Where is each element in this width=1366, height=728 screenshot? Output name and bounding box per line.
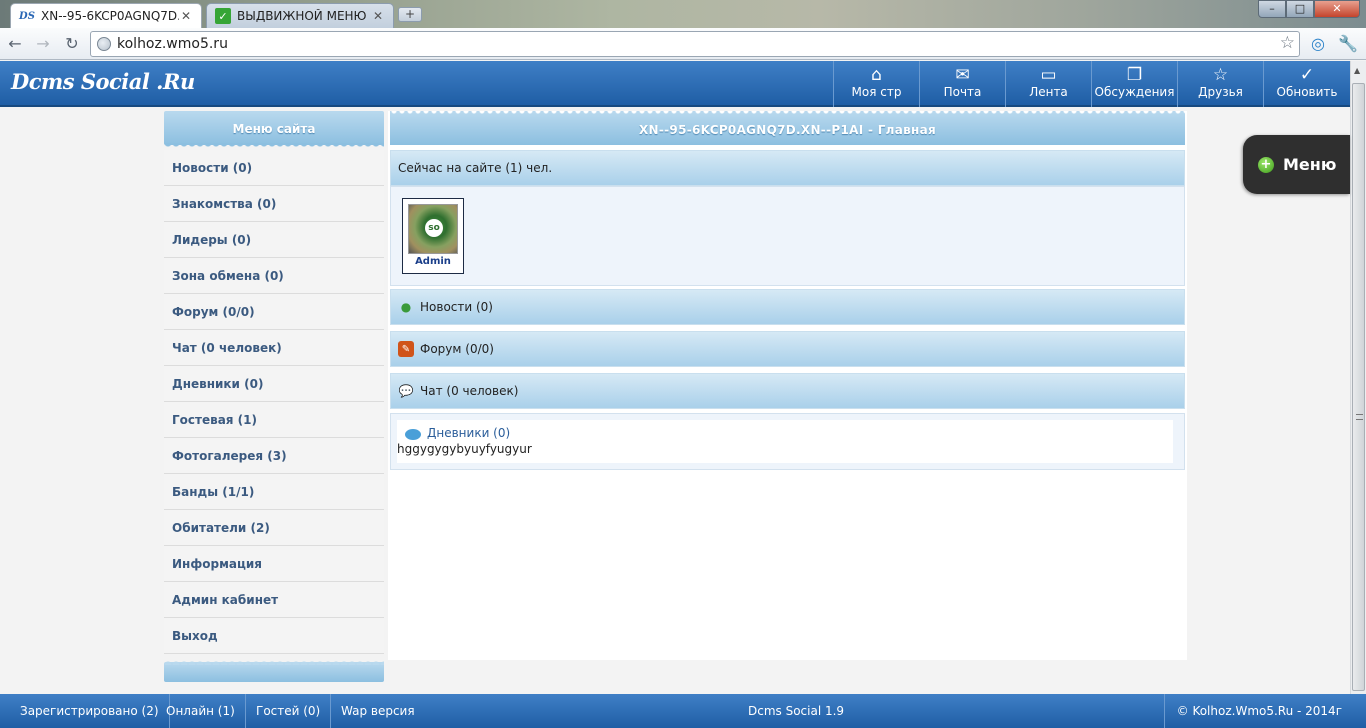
sidebar-item-residents[interactable]: Обитатели (2) [164,510,384,546]
nav-mail[interactable]: ✉ Почта [919,61,1005,107]
star-icon: ☆ [1212,65,1229,85]
speech-bubble-icon [405,429,421,440]
tab-close-icon[interactable]: ✕ [179,9,193,23]
tab-close-icon[interactable]: ✕ [371,9,385,23]
sidebar-item-leaders[interactable]: Лидеры (0) [164,222,384,258]
forward-arrow-icon[interactable]: → [32,33,54,55]
sidebar-item-guestbook[interactable]: Гостевая (1) [164,402,384,438]
online-users-box: Admin [390,186,1185,286]
wrench-icon[interactable]: 🔧 [1337,33,1359,55]
checkmark-icon: ✓ [1299,65,1315,85]
minimize-button[interactable]: – [1258,0,1286,18]
sidebar-item-admin[interactable]: Админ кабинет [164,582,384,618]
back-arrow-icon[interactable]: ← [4,33,26,55]
chat-icon: 💬 [398,384,414,398]
online-user-card[interactable]: Admin [402,198,464,274]
footer-wap-link[interactable]: Wap версия [331,694,425,728]
sidebar-item-chat[interactable]: Чат (0 человек) [164,330,384,366]
globe-icon [97,37,111,51]
maximize-button[interactable]: □ [1286,0,1314,18]
scroll-up-arrow-icon[interactable]: ▲ [1354,66,1360,75]
section-news[interactable]: ● Новости (0) [390,289,1185,325]
diary-entry: Дневники (0) hggygygybyuyfyugyur [397,420,1173,463]
diary-link[interactable]: Дневники (0) [405,426,1165,440]
browser-titlebar: DS XN--95-6KCP0AGNQ7D.... ✕ ✓ ВЫДВИЖНОЙ … [0,0,1366,28]
footer-online-link[interactable]: Онлайн (1) [156,694,246,728]
page-scrollbar[interactable]: ▲ [1350,61,1366,694]
section-label: Чат (0 человек) [420,384,519,398]
nav-label: Обсуждения [1094,85,1175,99]
bookmark-star-icon[interactable]: ☆ [1280,33,1295,53]
diary-box: Дневники (0) hggygygybyuyfyugyur [390,413,1185,470]
sidebar-item-logout[interactable]: Выход [164,618,384,654]
avatar[interactable] [408,204,458,254]
extension-icon[interactable]: ◎ [1307,33,1329,55]
diary-text: hggygygybyuyfyugyur [397,442,532,456]
main-content: XN--95-6KCP0AGNQ7D.XN--P1AI - Главная Се… [388,111,1187,660]
floating-menu-label: Меню [1283,155,1337,174]
sidebar-item-gangs[interactable]: Банды (1/1) [164,474,384,510]
sidebar-item-dating[interactable]: Знакомства (0) [164,186,384,222]
sidebar-item-info[interactable]: Информация [164,546,384,582]
close-window-button[interactable]: ✕ [1314,0,1360,18]
online-now-bar: Сейчас на сайте (1) чел. [390,150,1185,186]
nav-feed[interactable]: ▭ Лента [1005,61,1091,107]
sidebar-footer-decoration [164,660,384,682]
sidebar-item-diaries[interactable]: Дневники (0) [164,366,384,402]
browser-toolbar: ← → ↻ kolhoz.wmo5.ru ☆ ◎ 🔧 [0,28,1366,60]
diary-title[interactable]: Дневники (0) [427,426,510,440]
plus-icon: + [1258,156,1274,173]
address-bar[interactable]: kolhoz.wmo5.ru ☆ [90,31,1300,57]
section-label: Форум (0/0) [420,342,494,356]
sidebar-item-news[interactable]: Новости (0) [164,150,384,186]
tab-title: XN--95-6KCP0AGNQ7D.... [41,9,179,23]
sidebar-item-forum[interactable]: Форум (0/0) [164,294,384,330]
footer-guests-link[interactable]: Гостей (0) [246,694,332,728]
page-title: XN--95-6KCP0AGNQ7D.XN--P1AI - Главная [390,111,1185,145]
sidebar-item-gallery[interactable]: Фотогалерея (3) [164,438,384,474]
site-favicon-icon: DS [19,10,35,22]
discussion-icon: ❐ [1126,65,1143,85]
section-chat[interactable]: 💬 Чат (0 человек) [390,373,1185,409]
nav-discussions[interactable]: ❐ Обсуждения [1091,61,1177,107]
site-logo[interactable]: Dcms Social .Ru [11,69,195,94]
online-now-text: Сейчас на сайте (1) чел. [398,161,553,175]
checkmark-favicon-icon: ✓ [215,8,231,24]
news-icon: ● [400,300,412,314]
sidebar-item-exchange[interactable]: Зона обмена (0) [164,258,384,294]
nav-refresh[interactable]: ✓ Обновить [1263,61,1350,107]
nav-label: Друзья [1198,85,1243,99]
browser-tab-active[interactable]: DS XN--95-6KCP0AGNQ7D.... ✕ [10,3,202,28]
home-icon: ⌂ [871,65,882,85]
user-name[interactable]: Admin [403,256,463,267]
mail-icon: ✉ [955,65,970,85]
browser-tab-inactive[interactable]: ✓ ВЫДВИЖНОЙ МЕНЮ ✕ [206,3,394,28]
scrollbar-thumb[interactable] [1352,83,1365,691]
sidebar-title: Меню сайта [164,111,384,149]
footer-registered-link[interactable]: Зарегистрировано (2) [10,694,170,728]
sidebar-menu: Меню сайта Новости (0) Знакомства (0) Ли… [164,111,384,682]
tab-title: ВЫДВИЖНОЙ МЕНЮ [237,9,367,23]
sidebar-list: Новости (0) Знакомства (0) Лидеры (0) Зо… [164,150,384,654]
url-text: kolhoz.wmo5.ru [117,36,228,52]
speech-bubble-icon: ▭ [1040,65,1057,85]
new-tab-button[interactable]: + [398,7,422,22]
nav-label: Обновить [1276,85,1338,99]
nav-my-page[interactable]: ⌂ Моя стр [833,61,919,107]
reload-icon[interactable]: ↻ [61,33,83,55]
floating-menu-button[interactable]: + Меню [1243,135,1350,194]
site-header: Dcms Social .Ru ⌂ Моя стр ✉ Почта ▭ Лент… [0,61,1350,107]
footer-copyright: © Kolhoz.Wmo5.Ru - 2014г [1163,694,1342,728]
nav-label: Лента [1029,85,1068,99]
footer-version: Dcms Social 1.9 [748,704,845,718]
nav-label: Почта [943,85,982,99]
nav-friends[interactable]: ☆ Друзья [1177,61,1263,107]
site-footer: Зарегистрировано (2) Онлайн (1) Гостей (… [0,694,1366,728]
nav-label: Моя стр [851,85,902,99]
forum-pencil-icon: ✎ [398,341,414,357]
section-forum[interactable]: ✎ Форум (0/0) [390,331,1185,367]
section-label: Новости (0) [420,300,493,314]
